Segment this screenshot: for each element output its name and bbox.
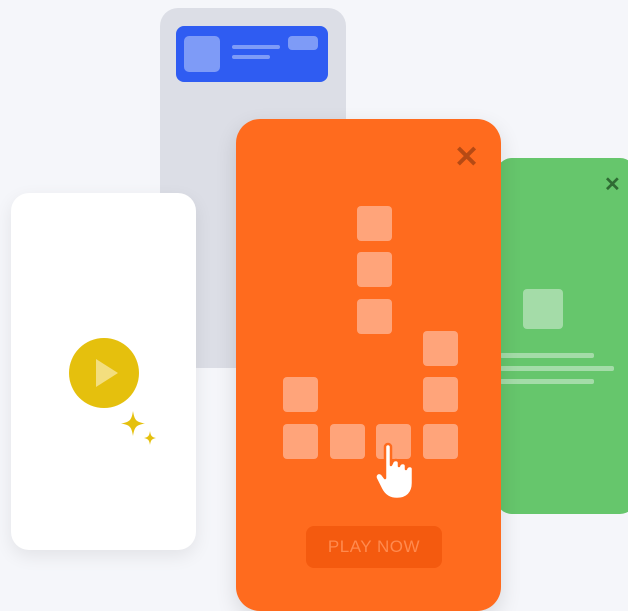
ad-text-line [500, 353, 594, 358]
playable-ad-card: ✕ PLAY NOW [236, 119, 501, 611]
play-icon [96, 359, 118, 387]
blue-banner-ad[interactable] [176, 26, 328, 82]
banner-text-line [232, 45, 280, 49]
close-icon[interactable]: ✕ [454, 143, 479, 173]
game-tile[interactable] [423, 331, 458, 366]
game-tile[interactable] [423, 377, 458, 412]
ad-text-line [500, 379, 594, 384]
ad-text-line [500, 366, 614, 371]
game-tile[interactable] [283, 377, 318, 412]
play-now-button[interactable]: PLAY NOW [306, 526, 442, 568]
pointer-hand-icon [374, 442, 415, 501]
game-tile[interactable] [330, 424, 365, 459]
close-icon[interactable]: ✕ [604, 175, 621, 195]
ad-thumbnail [523, 289, 563, 329]
video-ad-card [11, 193, 196, 550]
game-tile[interactable] [357, 206, 392, 241]
game-tile[interactable] [357, 299, 392, 334]
banner-button[interactable] [288, 36, 318, 50]
game-tile[interactable] [283, 424, 318, 459]
banner-text-line [232, 55, 270, 59]
play-button[interactable] [69, 338, 139, 408]
game-tile[interactable] [423, 424, 458, 459]
banner-thumbnail [184, 36, 220, 72]
sparkle-icon [121, 411, 156, 445]
game-tile[interactable] [357, 252, 392, 287]
native-ad-card: ✕ [496, 158, 628, 514]
